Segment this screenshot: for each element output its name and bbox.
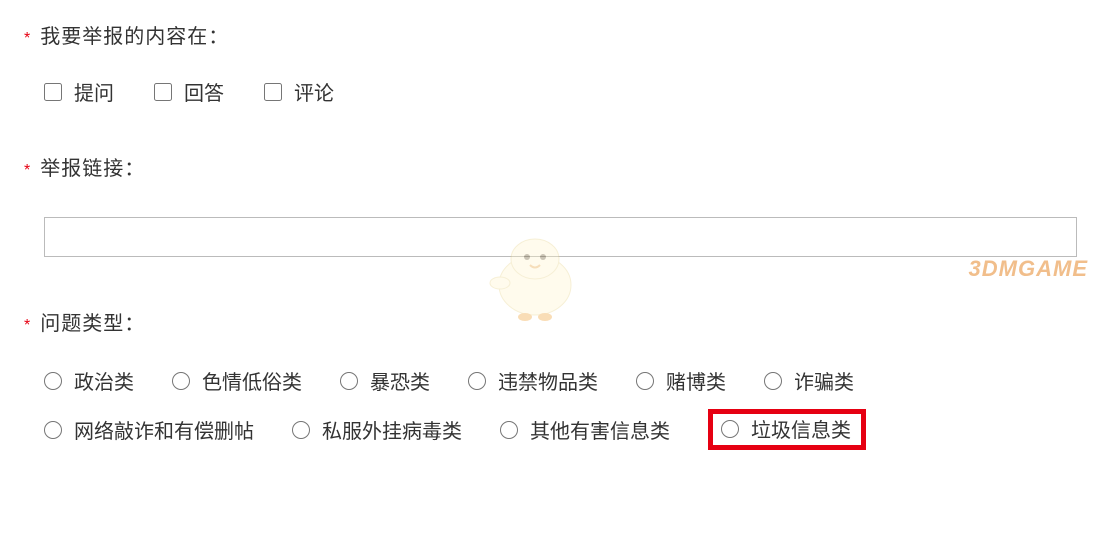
radio-terror[interactable]	[340, 372, 358, 390]
radio-gambling[interactable]	[636, 372, 654, 390]
radio-item-political[interactable]: 政治类	[44, 364, 134, 397]
checkbox-item-question[interactable]: 提问	[44, 77, 114, 106]
radio-harmful[interactable]	[500, 421, 518, 439]
radio-item-terror[interactable]: 暴恐类	[340, 364, 430, 397]
radio-item-virus[interactable]: 私服外挂病毒类	[292, 413, 462, 446]
radio-item-vulgar[interactable]: 色情低俗类	[172, 364, 302, 397]
label-problem-type: 问题类型：	[40, 307, 145, 336]
label-row-report-location: * 我要举报的内容在：	[24, 20, 1070, 49]
checkbox-comment[interactable]	[264, 83, 282, 101]
checkbox-label-comment[interactable]: 评论	[294, 77, 334, 106]
section-report-location: * 我要举报的内容在： 提问 回答 评论	[24, 20, 1070, 106]
radio-item-prohibited[interactable]: 违禁物品类	[468, 364, 598, 397]
radio-row-2: 网络敲诈和有偿删帖 私服外挂病毒类 其他有害信息类 垃圾信息类	[44, 409, 1070, 450]
radio-virus[interactable]	[292, 421, 310, 439]
radio-extortion[interactable]	[44, 421, 62, 439]
label-row-report-link: * 举报链接：	[24, 152, 1070, 181]
checkbox-group-location: 提问 回答 评论	[24, 77, 1070, 106]
radio-item-harmful[interactable]: 其他有害信息类	[500, 413, 670, 446]
label-report-location: 我要举报的内容在：	[40, 20, 229, 49]
checkbox-item-comment[interactable]: 评论	[264, 77, 334, 106]
radio-spam[interactable]	[721, 420, 739, 438]
radio-item-extortion[interactable]: 网络敲诈和有偿删帖	[44, 413, 254, 446]
radio-label-extortion[interactable]: 网络敲诈和有偿删帖	[74, 415, 254, 444]
radio-label-vulgar[interactable]: 色情低俗类	[202, 366, 302, 395]
section-problem-type: * 问题类型： 政治类 色情低俗类 暴恐类 违禁物品类 赌博类	[24, 307, 1070, 450]
radio-label-terror[interactable]: 暴恐类	[370, 366, 430, 395]
radio-label-prohibited[interactable]: 违禁物品类	[498, 366, 598, 395]
radio-label-political[interactable]: 政治类	[74, 366, 134, 395]
input-report-link[interactable]	[44, 217, 1077, 257]
label-row-problem-type: * 问题类型：	[24, 307, 1070, 336]
radio-item-fraud[interactable]: 诈骗类	[764, 364, 854, 397]
radio-group-problem-type: 政治类 色情低俗类 暴恐类 违禁物品类 赌博类 诈骗类	[24, 364, 1070, 450]
radio-row-1: 政治类 色情低俗类 暴恐类 违禁物品类 赌博类 诈骗类	[44, 364, 1070, 397]
radio-label-harmful[interactable]: 其他有害信息类	[530, 415, 670, 444]
checkbox-label-answer[interactable]: 回答	[184, 77, 224, 106]
radio-political[interactable]	[44, 372, 62, 390]
checkbox-question[interactable]	[44, 83, 62, 101]
section-report-link: * 举报链接：	[24, 152, 1070, 257]
radio-label-gambling[interactable]: 赌博类	[666, 366, 726, 395]
radio-label-spam[interactable]: 垃圾信息类	[751, 414, 851, 443]
radio-prohibited[interactable]	[468, 372, 486, 390]
radio-label-virus[interactable]: 私服外挂病毒类	[322, 415, 462, 444]
checkbox-answer[interactable]	[154, 83, 172, 101]
required-asterisk: *	[24, 31, 30, 47]
watermark-text: 3DMGAME	[969, 256, 1088, 282]
checkbox-label-question[interactable]: 提问	[74, 77, 114, 106]
radio-fraud[interactable]	[764, 372, 782, 390]
radio-item-gambling[interactable]: 赌博类	[636, 364, 726, 397]
label-report-link: 举报链接：	[40, 152, 145, 181]
checkbox-item-answer[interactable]: 回答	[154, 77, 224, 106]
radio-item-spam-highlighted[interactable]: 垃圾信息类	[708, 409, 866, 450]
radio-vulgar[interactable]	[172, 372, 190, 390]
radio-label-fraud[interactable]: 诈骗类	[794, 366, 854, 395]
required-asterisk: *	[24, 163, 30, 179]
required-asterisk: *	[24, 318, 30, 334]
